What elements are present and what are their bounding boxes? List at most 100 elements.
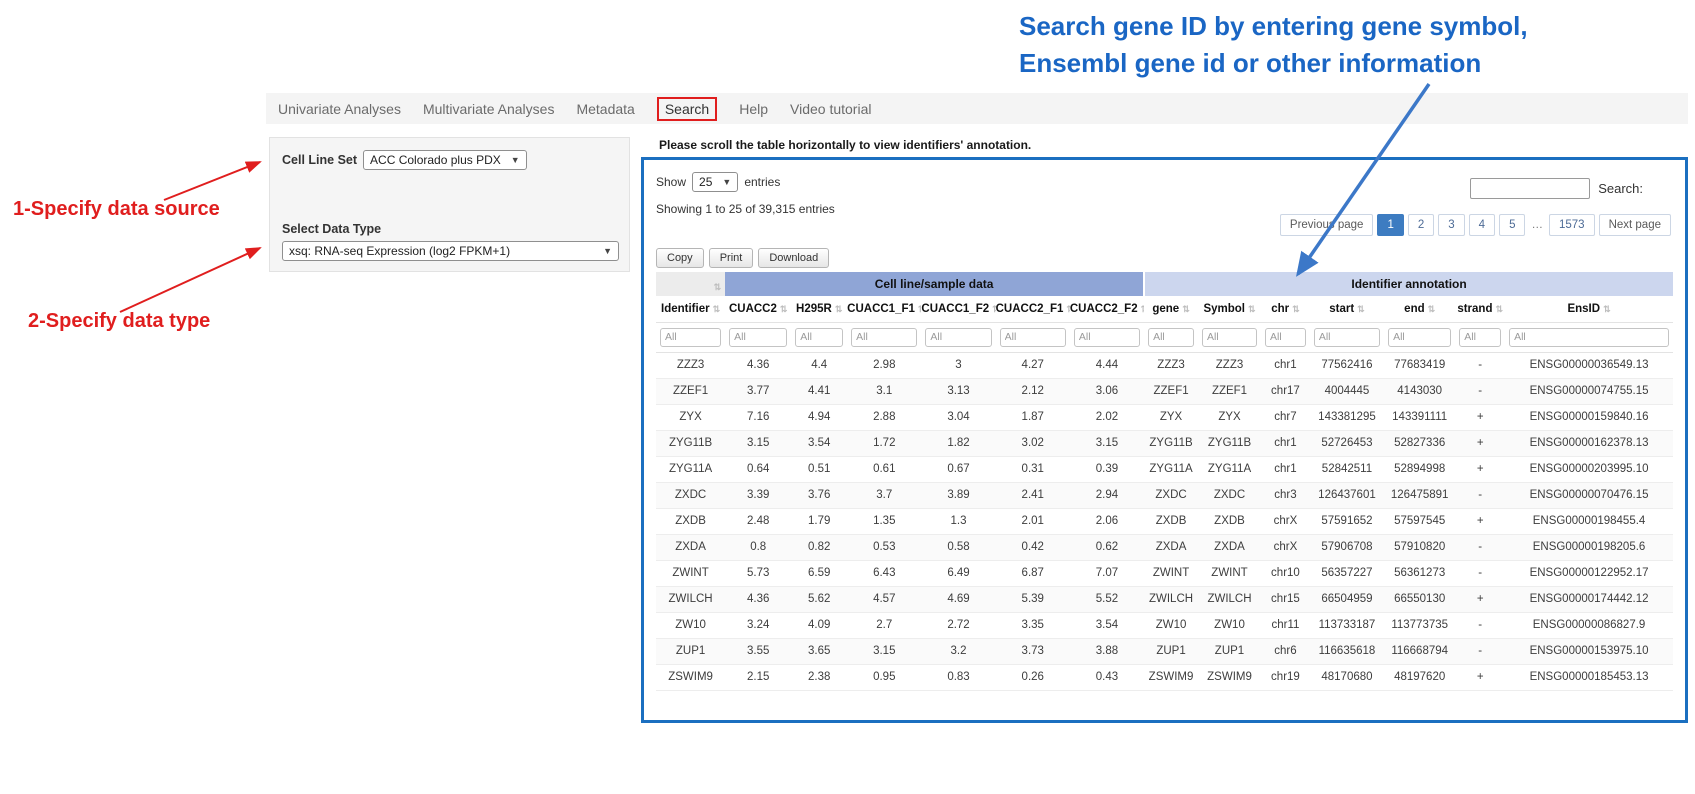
cell-identifier: ZYG11A: [656, 456, 725, 482]
column-header-cuacc2-f2[interactable]: CUACC2_F2⇅: [1070, 296, 1144, 322]
filter-input-cuacc1-f2[interactable]: [925, 328, 991, 347]
column-label: CUACC2: [729, 303, 777, 315]
column-header-identifier[interactable]: Identifier⇅: [656, 296, 725, 322]
cell-h295r: 3.65: [791, 638, 847, 664]
column-header-chr[interactable]: chr⇅: [1261, 296, 1310, 322]
cell-start: 116635618: [1310, 638, 1384, 664]
next-page-button[interactable]: Next page: [1599, 214, 1671, 236]
filter-input-ensid[interactable]: [1509, 328, 1669, 347]
column-header-strand[interactable]: strand⇅: [1455, 296, 1505, 322]
page-button-3[interactable]: 3: [1438, 214, 1464, 236]
column-label: Identifier: [661, 303, 710, 315]
cell-line-set-select[interactable]: ACC Colorado plus PDX ▼: [363, 150, 527, 170]
nav-tab-help[interactable]: Help: [739, 101, 768, 117]
nav-tab-metadata[interactable]: Metadata: [576, 101, 634, 117]
column-header-cuacc2[interactable]: CUACC2⇅: [725, 296, 791, 322]
cell-gene: ZXDA: [1144, 534, 1198, 560]
column-header-start[interactable]: start⇅: [1310, 296, 1384, 322]
filter-cell-cuacc1-f1: [847, 322, 921, 352]
table-row: ZWILCH4.365.624.574.695.395.52ZWILCHZWIL…: [656, 586, 1673, 612]
cell-cuacc1-f1: 4.57: [847, 586, 921, 612]
column-label: CUACC1_F1: [847, 303, 915, 315]
export-buttons: CopyPrintDownload: [656, 248, 829, 268]
cell-symbol: ZW10: [1198, 612, 1261, 638]
filter-input-h295r[interactable]: [795, 328, 843, 347]
identifier-group-corner-cell[interactable]: ⇅: [656, 272, 725, 296]
column-header-ensid[interactable]: EnsID⇅: [1505, 296, 1673, 322]
column-header-gene[interactable]: gene⇅: [1144, 296, 1198, 322]
filter-input-gene[interactable]: [1148, 328, 1194, 347]
cell-identifier: ZXDA: [656, 534, 725, 560]
page-button-2[interactable]: 2: [1408, 214, 1434, 236]
filter-input-identifier[interactable]: [660, 328, 721, 347]
cell-start: 126437601: [1310, 482, 1384, 508]
copy-button[interactable]: Copy: [656, 248, 704, 268]
download-button[interactable]: Download: [758, 248, 829, 268]
filter-input-cuacc2-f1[interactable]: [1000, 328, 1066, 347]
nav-tab-univariate-analyses[interactable]: Univariate Analyses: [278, 101, 401, 117]
cell-cuacc2-f1: 3.02: [996, 430, 1070, 456]
cell-ensid: ENSG00000074755.15: [1505, 378, 1673, 404]
print-button[interactable]: Print: [709, 248, 754, 268]
nav-tab-multivariate-analyses[interactable]: Multivariate Analyses: [423, 101, 555, 117]
cell-cuacc1-f1: 2.88: [847, 404, 921, 430]
page-button-4[interactable]: 4: [1469, 214, 1495, 236]
cell-ensid: ENSG00000198455.4: [1505, 508, 1673, 534]
filter-input-start[interactable]: [1314, 328, 1380, 347]
data-type-select[interactable]: xsq: RNA-seq Expression (log2 FPKM+1) ▼: [282, 241, 619, 261]
nav-tab-video-tutorial[interactable]: Video tutorial: [790, 101, 871, 117]
cell-chr: chrX: [1261, 534, 1310, 560]
cell-cuacc2-f2: 0.62: [1070, 534, 1144, 560]
cell-cuacc2: 0.8: [725, 534, 791, 560]
cell-start: 57906708: [1310, 534, 1384, 560]
cell-start: 77562416: [1310, 352, 1384, 378]
filter-input-symbol[interactable]: [1202, 328, 1257, 347]
cell-cuacc2-f2: 4.44: [1070, 352, 1144, 378]
nav-tab-search[interactable]: Search: [657, 97, 717, 121]
filter-cell-end: [1384, 322, 1455, 352]
previous-page-button[interactable]: Previous page: [1280, 214, 1374, 236]
filter-input-cuacc2-f2[interactable]: [1074, 328, 1140, 347]
page-button-1[interactable]: 1: [1377, 214, 1403, 236]
page-length-select[interactable]: 25 ▼: [692, 172, 738, 192]
column-header-end[interactable]: end⇅: [1384, 296, 1455, 322]
column-header-cuacc1-f2[interactable]: CUACC1_F2⇅: [921, 296, 995, 322]
group-header-row: ⇅Cell line/sample dataIdentifier annotat…: [656, 272, 1673, 296]
cell-start: 56357227: [1310, 560, 1384, 586]
filter-input-cuacc2[interactable]: [729, 328, 787, 347]
column-header-symbol[interactable]: Symbol⇅: [1198, 296, 1261, 322]
sort-icon: ⇅: [1428, 304, 1436, 314]
filter-input-strand[interactable]: [1459, 328, 1501, 347]
table-search-input[interactable]: [1470, 178, 1590, 199]
sort-icon: ⇅: [1603, 304, 1611, 314]
column-header-cuacc1-f1[interactable]: CUACC1_F1⇅: [847, 296, 921, 322]
page-button-5[interactable]: 5: [1499, 214, 1525, 236]
cell-cuacc1-f2: 3.89: [921, 482, 995, 508]
cell-start: 52726453: [1310, 430, 1384, 456]
cell-end: 52827336: [1384, 430, 1455, 456]
cell-identifier: ZZEF1: [656, 378, 725, 404]
column-header-h295r[interactable]: H295R⇅: [791, 296, 847, 322]
cell-strand: +: [1455, 508, 1505, 534]
filter-cell-symbol: [1198, 322, 1261, 352]
show-label: Show: [656, 175, 686, 189]
cell-cuacc2-f2: 2.94: [1070, 482, 1144, 508]
filter-cell-cuacc2-f2: [1070, 322, 1144, 352]
cell-symbol: ZYG11B: [1198, 430, 1261, 456]
filter-input-cuacc1-f1[interactable]: [851, 328, 917, 347]
cell-cuacc1-f1: 0.53: [847, 534, 921, 560]
filter-input-end[interactable]: [1388, 328, 1451, 347]
filter-input-chr[interactable]: [1265, 328, 1306, 347]
cell-cuacc1-f2: 2.72: [921, 612, 995, 638]
cell-identifier: ZUP1: [656, 638, 725, 664]
cell-cuacc1-f2: 6.49: [921, 560, 995, 586]
table-row: ZXDB2.481.791.351.32.012.06ZXDBZXDBchrX5…: [656, 508, 1673, 534]
column-label: start: [1329, 303, 1354, 315]
cell-cuacc2-f1: 2.41: [996, 482, 1070, 508]
cell-line-set-value: ACC Colorado plus PDX: [370, 153, 501, 167]
cell-symbol: ZZZ3: [1198, 352, 1261, 378]
cell-cuacc2-f2: 5.52: [1070, 586, 1144, 612]
page-button-1573[interactable]: 1573: [1549, 214, 1595, 236]
column-header-cuacc2-f1[interactable]: CUACC2_F1⇅: [996, 296, 1070, 322]
cell-identifier: ZYX: [656, 404, 725, 430]
